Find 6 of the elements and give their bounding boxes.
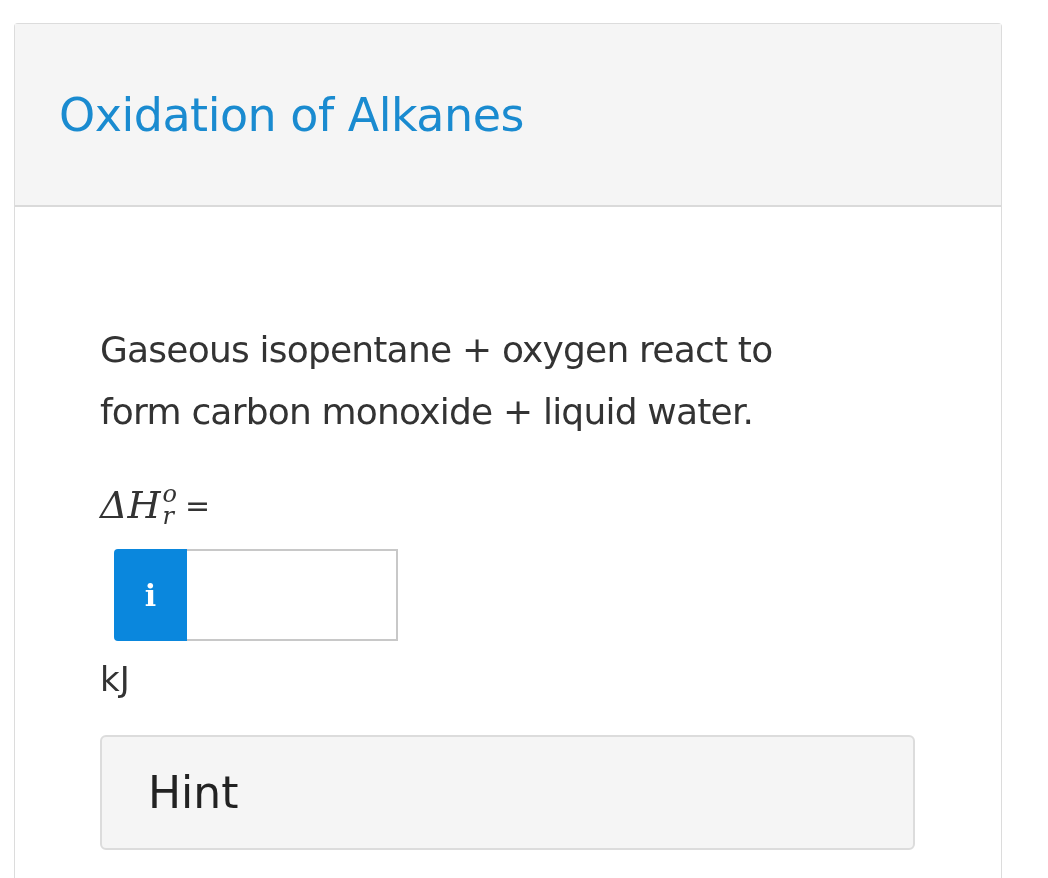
unit-label: kJ (100, 659, 130, 699)
answer-field[interactable] (187, 549, 398, 641)
card-title: Oxidation of Alkanes (59, 87, 524, 142)
info-button[interactable]: i (114, 549, 187, 641)
question-text: Gaseous isopentane + oxygen react to form carbon monoxide + liquid water. (100, 328, 774, 434)
hint-button[interactable]: Hint (100, 735, 915, 850)
